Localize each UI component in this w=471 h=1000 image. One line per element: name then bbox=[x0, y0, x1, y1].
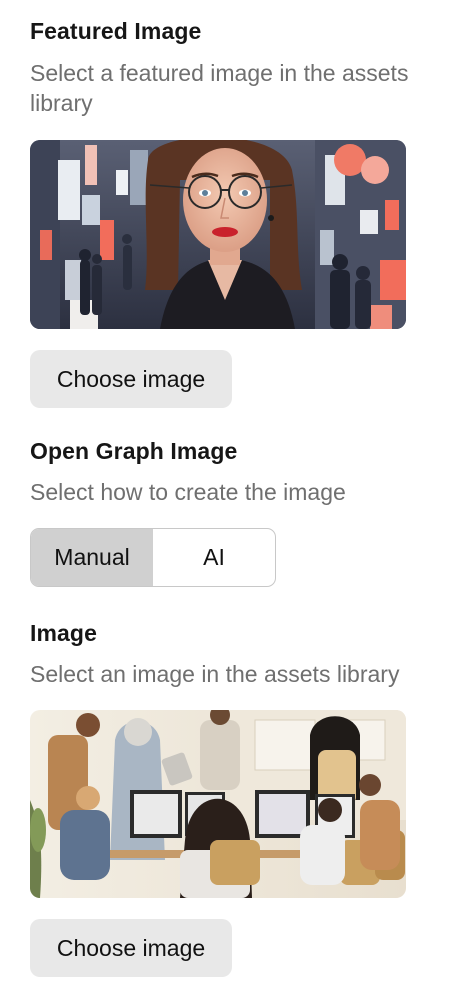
image-choose-image-button[interactable]: Choose image bbox=[30, 919, 232, 977]
open-graph-image-description: Select how to create the image bbox=[30, 479, 346, 505]
portrait-illustration bbox=[30, 140, 406, 329]
open-graph-image-title: Open Graph Image bbox=[30, 438, 238, 464]
open-graph-image-preview[interactable] bbox=[30, 710, 406, 898]
featured-choose-image-button[interactable]: Choose image bbox=[30, 350, 232, 408]
image-description: Select an image in the assets library bbox=[30, 661, 400, 687]
option-ai[interactable]: AI bbox=[153, 529, 275, 586]
featured-image-description: Select a featured image in the assets li… bbox=[30, 60, 409, 116]
featured-image-title: Featured Image bbox=[30, 18, 202, 44]
option-manual[interactable]: Manual bbox=[31, 529, 153, 586]
image-title: Image bbox=[30, 620, 97, 646]
office-team-illustration bbox=[30, 710, 406, 898]
featured-image-preview[interactable] bbox=[30, 140, 406, 329]
open-graph-mode-toggle: Manual AI bbox=[30, 528, 276, 587]
